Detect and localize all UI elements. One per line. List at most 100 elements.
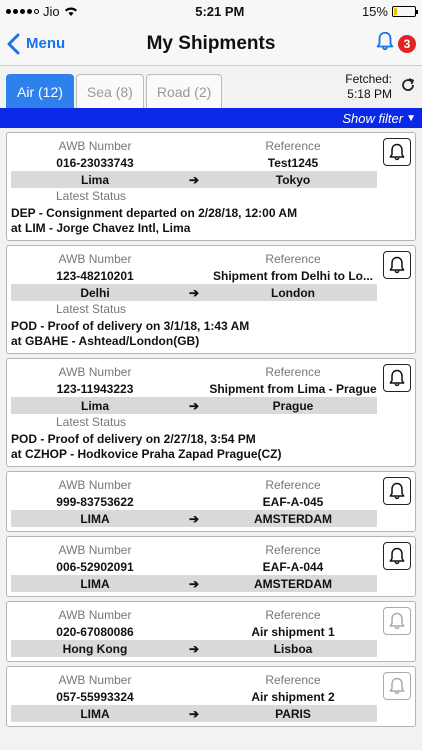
reference-value: EAF-A-045 xyxy=(262,494,324,509)
bell-icon xyxy=(387,481,407,501)
fetched-info: Fetched: 5:18 PM xyxy=(345,72,416,108)
carrier-info: Jio xyxy=(6,4,78,19)
subscribe-bell-button[interactable] xyxy=(383,251,411,279)
route-row: Hong Kong ➔ Lisboa xyxy=(11,640,377,657)
shipment-details: AWB Number Reference 123-11943223 Shipment … xyxy=(11,363,411,414)
destination: AMSTERDAM xyxy=(254,576,332,591)
bell-icon xyxy=(387,255,407,275)
label-row: AWB Number Reference xyxy=(11,363,377,380)
destination: Lisboa xyxy=(273,641,313,656)
tabs-row: Air (12) Sea (8) Road (2) Fetched: 5:18 … xyxy=(0,66,422,108)
shipment-card[interactable]: AWB Number Reference 006-52902091 EAF-A-044… xyxy=(6,536,416,597)
subscribe-bell-button[interactable] xyxy=(383,138,411,166)
awb-number: 999-83753622 xyxy=(56,494,134,509)
destination: Prague xyxy=(272,398,314,413)
awb-label: AWB Number xyxy=(58,542,132,557)
reference-label: Reference xyxy=(265,672,321,687)
awb-number: 057-55993324 xyxy=(56,689,134,704)
route-row: Lima ➔ Tokyo xyxy=(11,171,377,188)
bell-icon xyxy=(387,546,407,566)
navigation-bar: Menu My Shipments 3 xyxy=(0,22,422,66)
notification-badge: 3 xyxy=(398,34,416,53)
arrow-right-icon: ➔ xyxy=(188,172,200,187)
reference-value: Shipment from Delhi to Lo... xyxy=(213,268,373,283)
destination: AMSTERDAM xyxy=(254,511,332,526)
arrow-right-icon: ➔ xyxy=(188,641,200,656)
shipment-card[interactable]: AWB Number Reference 123-11943223 Shipment … xyxy=(6,358,416,467)
carrier-name: Jio xyxy=(43,3,60,19)
reference-value: EAF-A-044 xyxy=(262,559,324,574)
subscribe-bell-button[interactable] xyxy=(383,477,411,505)
bell-icon xyxy=(387,142,407,162)
awb-label: AWB Number xyxy=(58,607,132,622)
awb-number: 020-67080086 xyxy=(56,624,134,639)
reference-value: Test1245 xyxy=(267,155,319,170)
origin: LIMA xyxy=(80,576,110,591)
latest-status-label: Latest Status xyxy=(55,189,127,203)
shipment-details: AWB Number Reference 999-83753622 EAF-A-045… xyxy=(11,476,411,527)
tab-sea[interactable]: Sea (8) xyxy=(75,74,144,108)
awb-number: 016-23033743 xyxy=(56,155,134,170)
value-row: 006-52902091 EAF-A-044 xyxy=(11,558,377,575)
awb-label: AWB Number xyxy=(58,672,132,687)
route-row: LIMA ➔ AMSTERDAM xyxy=(11,510,377,527)
show-filter-button[interactable]: Show filter ▼ xyxy=(0,108,422,128)
destination: London xyxy=(271,285,315,300)
reference-value: Air shipment 2 xyxy=(251,689,335,704)
label-row: AWB Number Reference xyxy=(11,606,377,623)
reference-label: Reference xyxy=(265,542,321,557)
clock: 5:21 PM xyxy=(195,3,245,19)
signal-icon xyxy=(6,8,39,14)
reference-label: Reference xyxy=(265,607,321,622)
subscribe-bell-button[interactable] xyxy=(383,364,411,392)
route-row: Delhi ➔ London xyxy=(11,284,377,301)
status-event: POD - Proof of delivery on 2/27/18, 3:54… xyxy=(11,432,256,446)
latest-status-label: Latest Status xyxy=(55,415,127,429)
route-row: Lima ➔ Prague xyxy=(11,397,377,414)
shipment-details: AWB Number Reference 020-67080086 Air shipm… xyxy=(11,606,411,657)
destination: PARIS xyxy=(275,706,311,721)
battery-fill xyxy=(393,7,397,15)
status-bar: Jio 5:21 PM 15% xyxy=(0,0,422,22)
label-row: AWB Number Reference xyxy=(11,250,377,267)
wifi-icon xyxy=(64,7,77,16)
show-filter-label: Show filter xyxy=(342,110,404,126)
menu-back-button[interactable]: Menu xyxy=(6,33,65,55)
battery-info: 15% xyxy=(361,3,418,19)
subscribe-bell-button[interactable] xyxy=(383,607,411,635)
status-location: at CZHOP - Hodkovice Praha Zapad Prague(… xyxy=(11,447,282,461)
arrow-right-icon: ➔ xyxy=(188,576,200,591)
origin: Hong Kong xyxy=(62,641,128,656)
refresh-icon[interactable] xyxy=(400,77,416,98)
shipment-list: AWB Number Reference 016-23033743 Test1245 L… xyxy=(0,128,422,727)
subscribe-bell-button[interactable] xyxy=(383,542,411,570)
menu-label: Menu xyxy=(26,35,66,52)
value-row: 016-23033743 Test1245 xyxy=(11,154,377,171)
awb-number: 123-48210201 xyxy=(56,268,134,283)
awb-label: AWB Number xyxy=(58,364,132,379)
notifications-button[interactable]: 3 xyxy=(374,30,416,57)
shipment-card[interactable]: AWB Number Reference 020-67080086 Air shipm… xyxy=(6,601,416,662)
fetched-time: 5:18 PM xyxy=(347,87,392,101)
fetched-text: Fetched: 5:18 PM xyxy=(345,72,392,102)
label-row: AWB Number Reference xyxy=(11,476,377,493)
caret-down-icon: ▼ xyxy=(406,112,416,124)
chevron-left-icon xyxy=(7,33,20,54)
battery-percent: 15% xyxy=(361,3,388,19)
status-location: at LIM - Jorge Chavez Intl, Lima xyxy=(11,221,191,235)
value-row: 057-55993324 Air shipment 2 xyxy=(11,688,377,705)
tab-road[interactable]: Road (2) xyxy=(145,74,223,108)
status-text: POD - Proof of delivery on 3/1/18, 1:43 … xyxy=(11,317,411,349)
shipment-card[interactable]: AWB Number Reference 999-83753622 EAF-A-045… xyxy=(6,471,416,532)
tab-air[interactable]: Air (12) xyxy=(6,74,74,108)
bell-icon xyxy=(374,30,396,57)
fetched-label: Fetched: xyxy=(345,72,392,86)
shipment-card[interactable]: AWB Number Reference 016-23033743 Test1245 L… xyxy=(6,132,416,241)
shipment-card[interactable]: AWB Number Reference 123-48210201 Shipment … xyxy=(6,245,416,354)
shipment-details: AWB Number Reference 006-52902091 EAF-A-044… xyxy=(11,541,411,592)
shipment-card[interactable]: AWB Number Reference 057-55993324 Air shipm… xyxy=(6,666,416,727)
awb-number: 006-52902091 xyxy=(56,559,134,574)
status-event: POD - Proof of delivery on 3/1/18, 1:43 … xyxy=(11,319,250,333)
subscribe-bell-button[interactable] xyxy=(383,672,411,700)
awb-label: AWB Number xyxy=(58,251,132,266)
